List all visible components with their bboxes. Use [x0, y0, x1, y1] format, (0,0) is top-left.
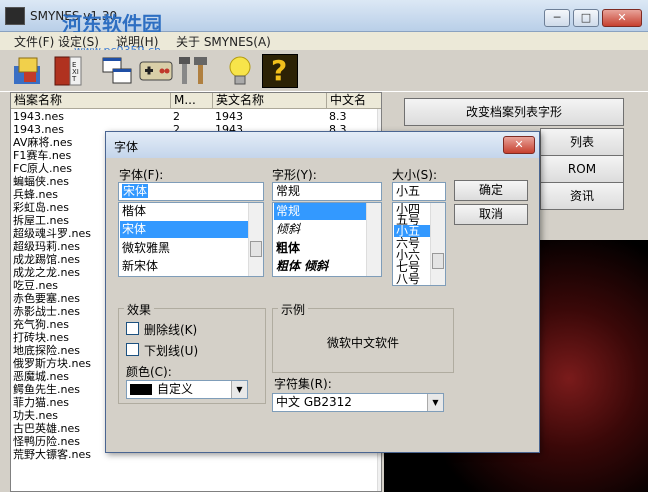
rom-button[interactable]: ROM: [540, 155, 624, 183]
app-icon: [5, 7, 25, 25]
table-cell: 怪鸭历险.nes: [13, 435, 80, 448]
help-icon[interactable]: ?: [262, 54, 298, 88]
table-cell: 恶魔城.nes: [13, 370, 69, 383]
style-input[interactable]: 常规: [272, 182, 382, 201]
change-list-font-button[interactable]: 改变档案列表字形: [404, 98, 624, 126]
minimize-button[interactable]: ─: [544, 9, 570, 27]
open-folder-icon[interactable]: [10, 54, 46, 88]
menu-about[interactable]: 关于 SMYNES(A): [176, 33, 271, 50]
table-cell: 超级玛莉.nes: [13, 240, 80, 253]
sample-label: 示例: [278, 301, 309, 318]
style-item-selected[interactable]: 常规: [274, 203, 366, 220]
table-cell: 1943.nes: [13, 110, 64, 123]
dialog-close-button[interactable]: ✕: [503, 136, 535, 154]
table-cell: 鳄鱼先生.nes: [13, 383, 80, 396]
gamepad-icon[interactable]: [138, 54, 174, 88]
underline-label: 下划线(U): [144, 344, 199, 358]
font-label: 字体(F):: [119, 168, 164, 182]
column-header-m[interactable]: M...: [171, 93, 213, 109]
toolbar: [0, 50, 648, 92]
table-cell: 兵蜂.nes: [13, 188, 58, 201]
style-label: 字形(Y):: [272, 168, 317, 182]
table-cell: 俄罗斯方块.nes: [13, 357, 91, 370]
font-list[interactable]: 楷体 宋体 微软雅黑 新宋体: [118, 202, 264, 277]
font-item[interactable]: 微软雅黑: [120, 240, 248, 257]
table-cell: 赤色要塞.nes: [13, 292, 80, 305]
charset-label: 字符集(R):: [274, 377, 332, 391]
table-cell: FC原人.nes: [13, 162, 72, 175]
table-cell: 打砖块.nes: [13, 331, 69, 344]
size-label: 大小(S):: [392, 168, 438, 182]
font-input[interactable]: 宋体: [118, 182, 264, 201]
font-item[interactable]: 新宋体: [120, 258, 248, 275]
style-item[interactable]: 粗体: [274, 240, 300, 257]
charset-value: 中文 GB2312: [276, 395, 352, 409]
table-cell: 菲力猫.nes: [13, 396, 69, 409]
underline-checkbox[interactable]: [126, 343, 139, 356]
dialog-title: 字体: [114, 140, 139, 154]
color-select[interactable]: 自定义 ▼: [126, 380, 248, 399]
strikeout-label: 删除线(K): [144, 323, 198, 337]
charset-select[interactable]: 中文 GB2312 ▼: [272, 393, 444, 412]
windows-icon[interactable]: [100, 54, 136, 88]
font-list-scrollbar[interactable]: [248, 203, 263, 276]
style-list[interactable]: 常规 倾斜 粗体 粗体 倾斜: [272, 202, 382, 277]
color-swatch: [130, 384, 152, 395]
table-cell: 功夫.nes: [13, 409, 58, 422]
dialog-title-bar: [106, 132, 539, 158]
table-cell: 赤影战士.nes: [13, 305, 80, 318]
close-button[interactable]: ✕: [602, 9, 642, 27]
font-item[interactable]: 楷体: [120, 203, 248, 220]
table-cell: 超级魂斗罗.nes: [13, 227, 91, 240]
table-cell: 彩虹岛.nes: [13, 201, 69, 214]
style-item[interactable]: 倾斜: [274, 221, 300, 238]
font-dialog: 字体 ✕ 字体(F): 宋体 楷体 宋体 微软雅黑 新宋体 字形(Y): 常规 …: [105, 131, 540, 453]
font-item-selected[interactable]: 宋体: [120, 221, 248, 238]
chevron-down-icon: ▼: [427, 394, 443, 411]
exit-label: EXIT: [72, 61, 79, 83]
table-cell: 蝙蝠侠.nes: [13, 175, 69, 188]
sample-text: 微软中文软件: [326, 336, 399, 350]
maximize-button[interactable]: □: [573, 9, 599, 27]
exit-icon[interactable]: EXIT: [50, 54, 86, 88]
table-cell: 1943.nes: [13, 123, 64, 136]
style-item[interactable]: 粗体 倾斜: [274, 258, 328, 275]
table-cell: F1赛车.nes: [13, 149, 72, 162]
ok-button[interactable]: 确定: [454, 180, 528, 201]
list-button[interactable]: 列表: [540, 128, 624, 156]
size-item[interactable]: 八号: [394, 273, 420, 285]
table-cell: 成龙踢馆.nes: [13, 253, 80, 266]
column-header-chinese-name[interactable]: 中文名: [327, 93, 381, 109]
table-cell: 拆屋工.nes: [13, 214, 69, 227]
menu-file[interactable]: 文件(F): [14, 33, 54, 50]
table-cell: 古巴英雄.nes: [13, 422, 80, 435]
table-cell: 成龙之龙.nes: [13, 266, 80, 279]
column-header-english-name[interactable]: 英文名称: [213, 93, 327, 109]
lightbulb-icon[interactable]: [222, 54, 258, 88]
font-input-value: 宋体: [122, 184, 149, 198]
table-cell: 充气狗.nes: [13, 318, 69, 331]
strikeout-checkbox[interactable]: [126, 322, 139, 335]
table-row[interactable]: 1943.nes 2 1943 8.3: [13, 110, 375, 123]
table-cell: 吃豆.nes: [13, 279, 58, 292]
table-cell: 8.3: [329, 110, 347, 123]
table-cell: 1943: [215, 110, 243, 123]
effects-label: 效果: [124, 301, 155, 318]
cancel-button[interactable]: 取消: [454, 204, 528, 225]
info-button[interactable]: 资讯: [540, 182, 624, 210]
help-glyph: ?: [271, 54, 288, 87]
style-list-scrollbar[interactable]: [366, 203, 381, 276]
table-cell: 荒野大镖客.nes: [13, 448, 91, 461]
color-label: 颜色(C):: [126, 365, 172, 379]
column-header-filename[interactable]: 档案名称: [11, 93, 171, 109]
chevron-down-icon: ▼: [231, 381, 247, 398]
table-cell: 地底探险.nes: [13, 344, 80, 357]
tools-icon[interactable]: [176, 54, 212, 88]
table-cell: AV麻将.nes: [13, 136, 73, 149]
color-value: 自定义: [157, 382, 194, 396]
size-input[interactable]: 小五: [392, 182, 446, 201]
size-list[interactable]: 小四 五号 小五 六号 小六 七号 八号: [392, 202, 446, 286]
table-cell: 2: [173, 110, 180, 123]
size-list-scrollbar[interactable]: [430, 203, 445, 285]
